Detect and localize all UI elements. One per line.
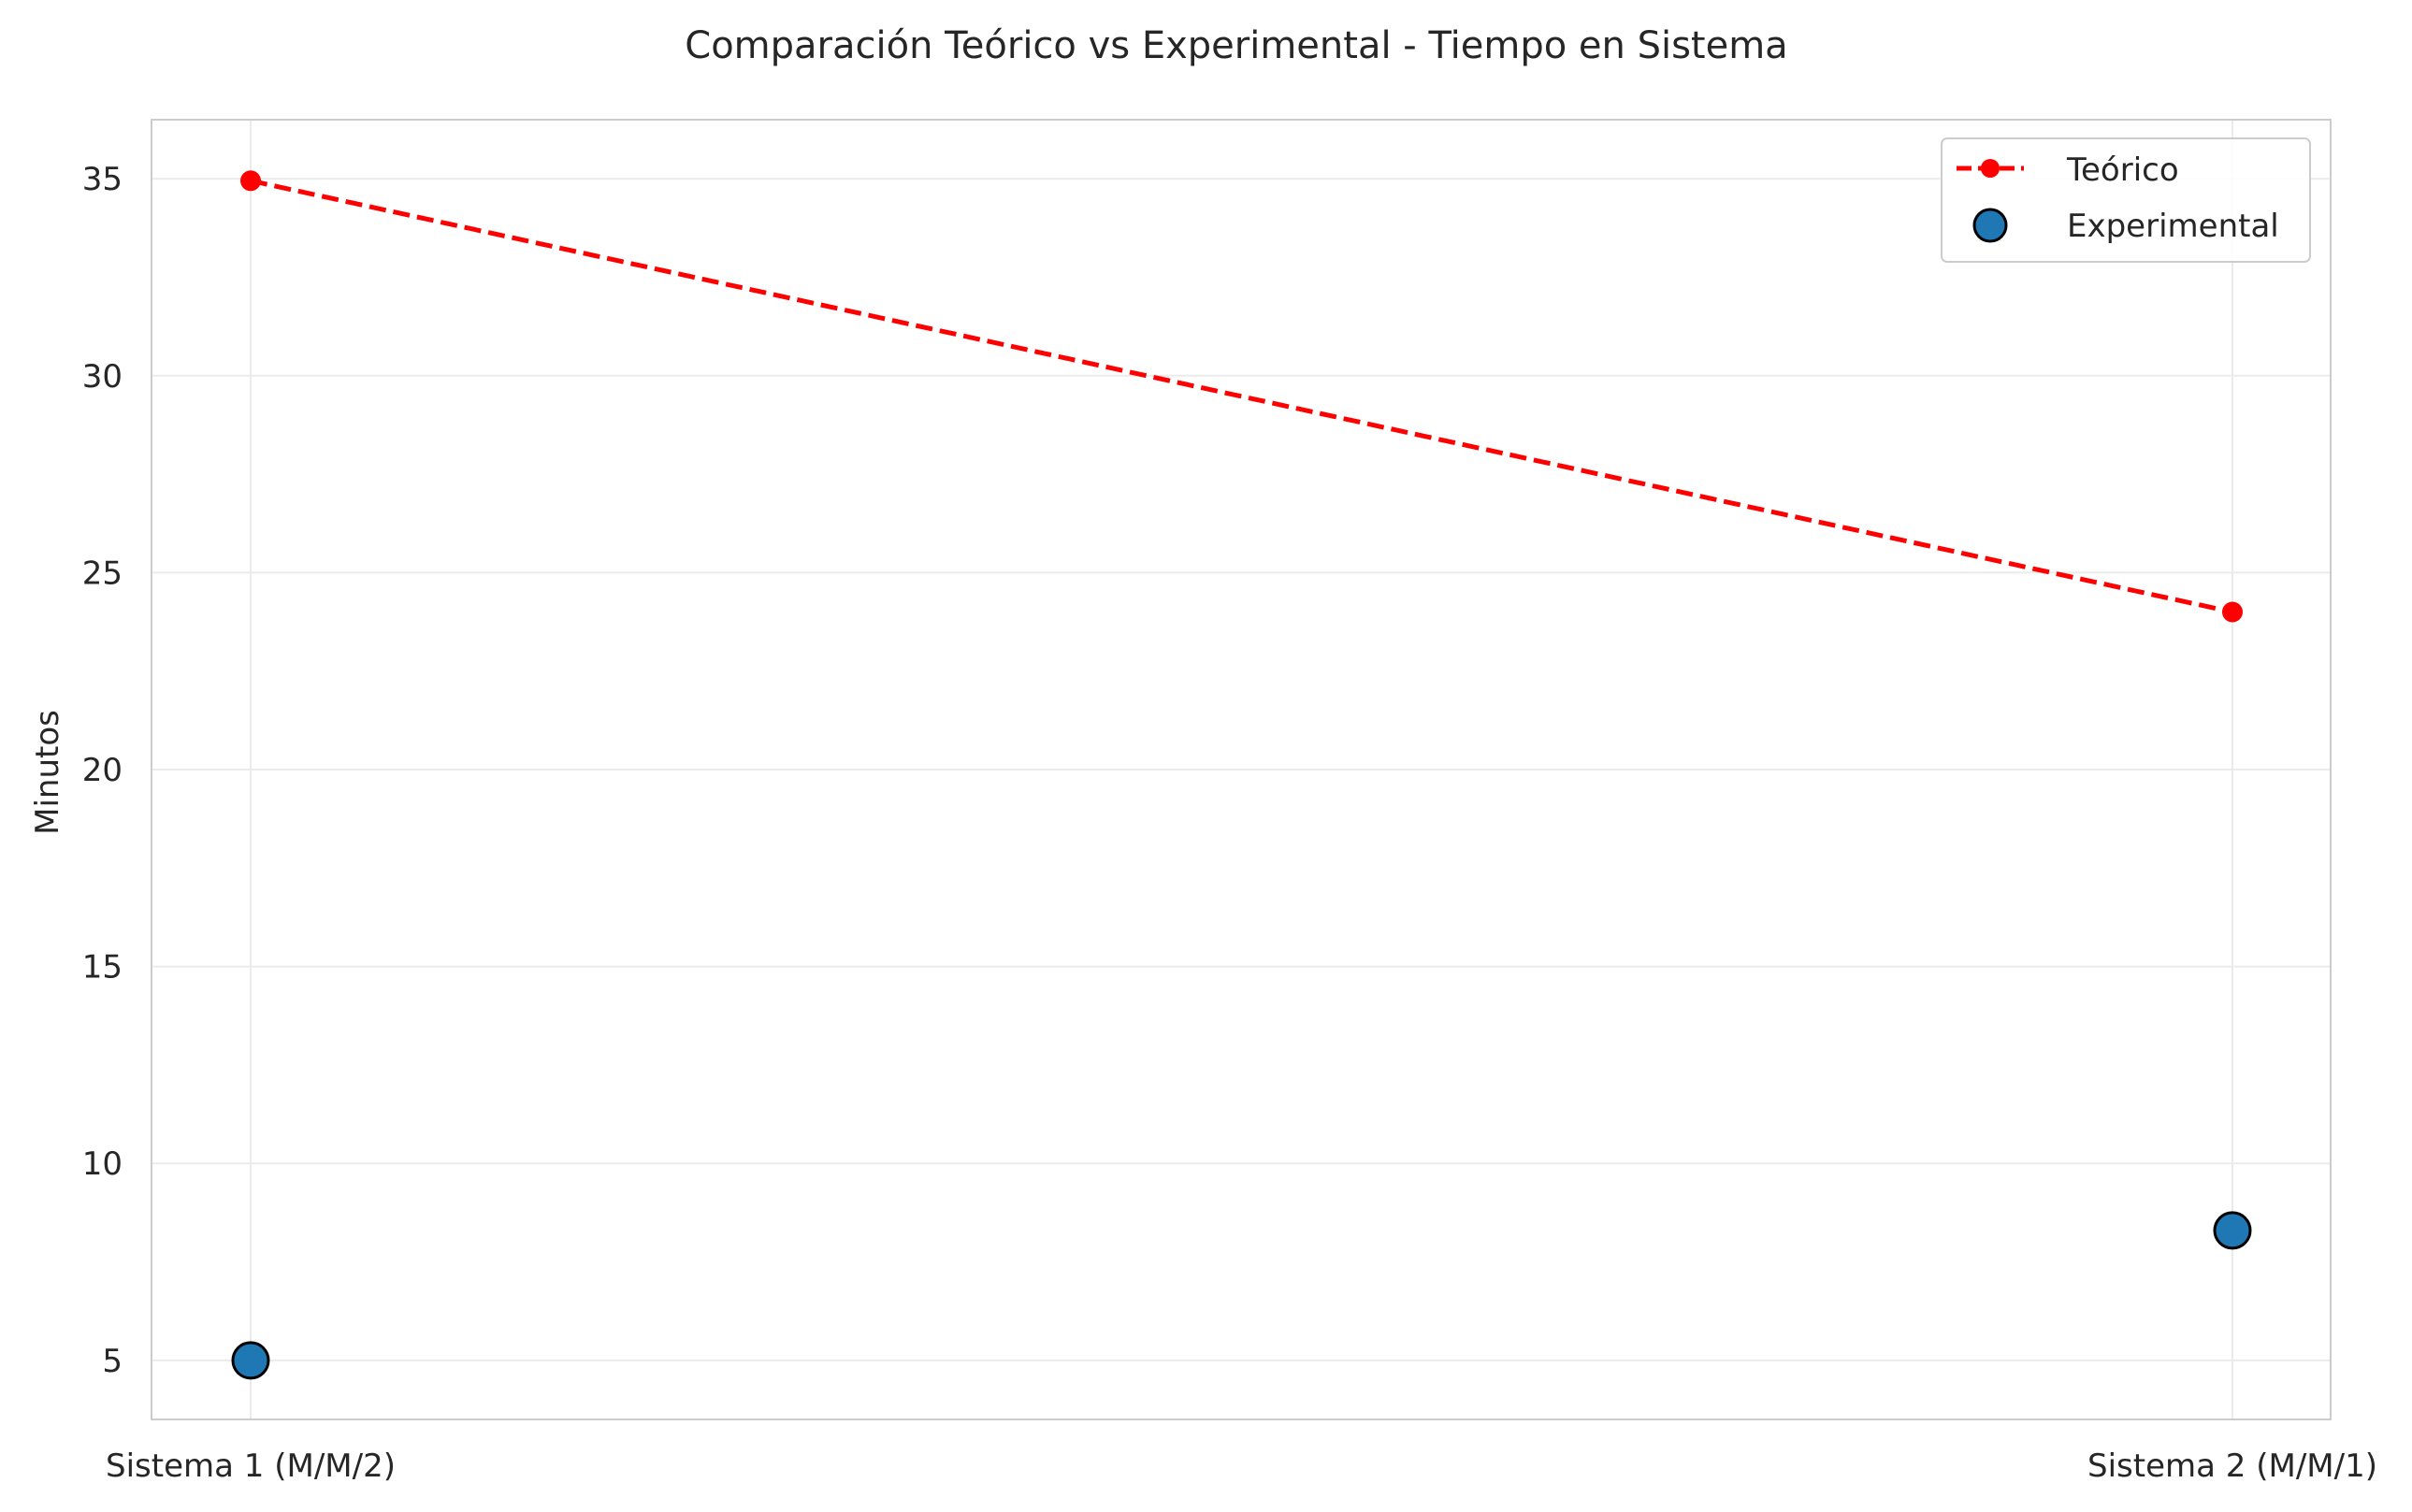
legend-label-experimental: Experimental bbox=[2067, 208, 2279, 245]
data-point-teorico bbox=[2222, 601, 2243, 623]
y-tick-label: 20 bbox=[82, 752, 123, 789]
legend: Teórico Experimental bbox=[1941, 137, 2311, 263]
y-tick-label: 5 bbox=[102, 1343, 123, 1380]
data-point-experimental bbox=[2213, 1211, 2252, 1250]
y-axis-label: Minutos bbox=[29, 710, 66, 835]
chart-container: Comparación Teórico vs Experimental - Ti… bbox=[0, 0, 2412, 1508]
y-tick-label: 10 bbox=[82, 1145, 123, 1183]
data-point-teorico bbox=[240, 170, 261, 192]
y-tick-label: 35 bbox=[82, 161, 123, 198]
data-point-experimental bbox=[231, 1341, 270, 1380]
legend-label-teorico: Teórico bbox=[2066, 151, 2179, 189]
y-tick-label: 30 bbox=[82, 358, 123, 396]
x-tick-label: Sistema 1 (M/M/2) bbox=[106, 1447, 396, 1485]
y-tick-label: 25 bbox=[82, 554, 123, 592]
y-tick-label: 15 bbox=[82, 949, 123, 986]
x-tick-label: Sistema 2 (M/M/1) bbox=[2087, 1447, 2377, 1485]
legend-marker-experimental bbox=[1972, 208, 2008, 243]
chart-svg: Comparación Teórico vs Experimental - Ti… bbox=[0, 0, 2412, 1508]
legend-marker-teorico bbox=[1981, 159, 2000, 178]
chart-title: Comparación Teórico vs Experimental - Ti… bbox=[685, 24, 1787, 67]
